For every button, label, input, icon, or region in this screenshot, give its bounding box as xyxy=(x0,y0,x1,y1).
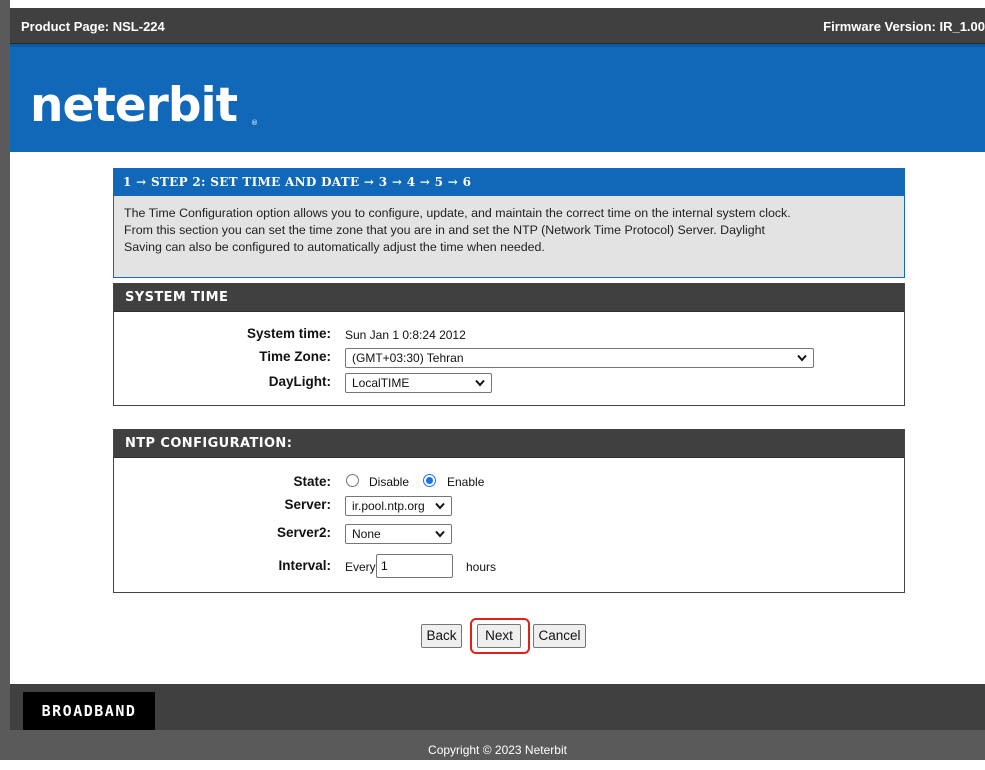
ntp-configuration-panel: NTP CONFIGURATION: State: Disable Enable… xyxy=(113,429,905,593)
server2-row: Server2: None xyxy=(114,523,904,545)
chevron-down-icon xyxy=(797,354,807,362)
time-zone-selected: (GMT+03:30) Tehran xyxy=(352,351,464,365)
time-zone-select[interactable]: (GMT+03:30) Tehran xyxy=(345,348,814,368)
description-line: The Time Configuration option allows you… xyxy=(124,206,791,220)
state-label: State: xyxy=(293,474,331,489)
server-selected: ir.pool.ntp.org xyxy=(352,499,425,513)
interval-row: Interval: Every 1 hours xyxy=(114,554,904,580)
window-left-border xyxy=(0,0,10,760)
system-time-panel: SYSTEM TIME System time: Sun Jan 1 0:8:2… xyxy=(113,283,905,406)
main-content: 1 → STEP 2: SET TIME AND DATE → 3 → 4 → … xyxy=(10,152,985,684)
wizard-step-title: 1 → STEP 2: SET TIME AND DATE → 3 → 4 → … xyxy=(114,169,904,196)
neterbit-logo-graphic: neterbit ® xyxy=(30,78,258,133)
interval-unit: hours xyxy=(466,560,497,574)
server-row: Server: ir.pool.ntp.org xyxy=(114,495,904,517)
wizard-description: The Time Configuration option allows you… xyxy=(114,196,904,256)
time-zone-row: Time Zone: (GMT+03:30) Tehran xyxy=(114,347,904,369)
product-page-label: Product Page: NSL-224 xyxy=(21,19,165,34)
firmware-version-label: Firmware Version: IR_1.00 xyxy=(823,19,985,34)
system-time-row: System time: Sun Jan 1 0:8:24 2012 xyxy=(114,324,904,346)
server2-label: Server2: xyxy=(276,525,331,540)
server-label: Server: xyxy=(284,497,331,512)
state-row: State: Disable Enable xyxy=(114,472,904,494)
back-button[interactable]: Back xyxy=(421,624,462,648)
state-disable-label[interactable]: Disable xyxy=(369,475,409,489)
daylight-selected: LocalTIME xyxy=(352,376,410,390)
server2-selected: None xyxy=(352,527,381,541)
state-disable-radio[interactable] xyxy=(346,474,359,487)
server-select[interactable]: ir.pool.ntp.org xyxy=(345,496,452,516)
daylight-select[interactable]: LocalTIME xyxy=(345,373,492,393)
top-info-bar: Product Page: NSL-224 Firmware Version: … xyxy=(10,8,985,44)
logo-text: neterbit xyxy=(30,78,238,133)
description-line: Saving can also be configured to automat… xyxy=(124,240,545,254)
next-button[interactable]: Next xyxy=(477,624,521,648)
daylight-label: DayLight: xyxy=(268,374,331,389)
interval-input[interactable]: 1 xyxy=(376,554,453,578)
chevron-down-icon xyxy=(475,379,485,387)
cancel-button[interactable]: Cancel xyxy=(533,624,586,648)
state-enable-label[interactable]: Enable xyxy=(447,475,484,489)
brand-banner: neterbit ® xyxy=(10,44,985,152)
description-line: From this section you can set the time z… xyxy=(124,223,765,237)
system-time-value: Sun Jan 1 0:8:24 2012 xyxy=(345,328,466,342)
state-enable-radio[interactable] xyxy=(423,474,436,487)
server2-select[interactable]: None xyxy=(345,524,452,544)
ntp-configuration-header: NTP CONFIGURATION: xyxy=(114,430,904,458)
time-zone-label: Time Zone: xyxy=(259,349,331,364)
system-time-header: SYSTEM TIME xyxy=(114,284,904,312)
neterbit-logo: neterbit ® xyxy=(30,75,270,139)
footer-bar: BROADBAND xyxy=(10,684,985,730)
copyright-bar: Copyright © 2023 Neterbit xyxy=(10,730,985,760)
interval-label: Interval: xyxy=(278,558,331,573)
interval-prefix: Every xyxy=(345,560,376,574)
chevron-down-icon xyxy=(435,530,445,538)
registered-mark: ® xyxy=(251,119,258,127)
chevron-down-icon xyxy=(435,502,445,510)
daylight-row: DayLight: LocalTIME xyxy=(114,372,904,394)
system-time-label: System time: xyxy=(246,326,331,341)
wizard-step-panel: 1 → STEP 2: SET TIME AND DATE → 3 → 4 → … xyxy=(113,168,905,278)
window-top-edge xyxy=(0,0,985,8)
broadband-badge: BROADBAND xyxy=(23,692,155,730)
